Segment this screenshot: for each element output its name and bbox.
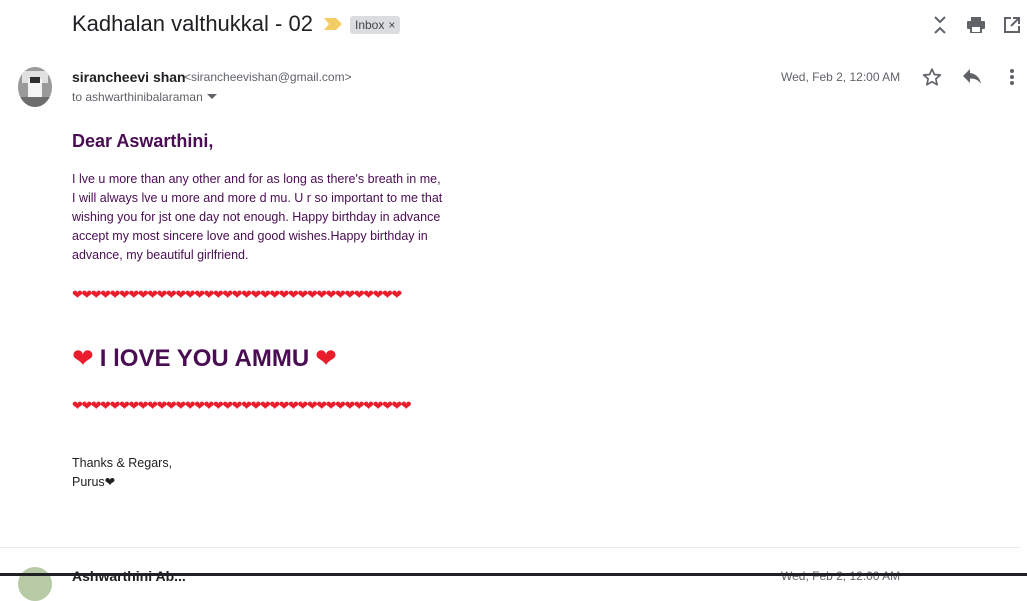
hearts-row-bottom: ❤❤❤❤❤❤❤❤❤❤❤❤❤❤❤❤❤❤❤❤❤❤❤❤❤❤❤❤❤❤❤❤❤❤❤❤ bbox=[72, 398, 412, 413]
heart-left: ❤ bbox=[72, 343, 94, 373]
message-divider bbox=[0, 547, 1020, 548]
avatar[interactable] bbox=[18, 67, 52, 107]
open-new-window-icon[interactable] bbox=[1002, 15, 1022, 35]
importance-marker-icon[interactable] bbox=[324, 18, 342, 30]
sender-name[interactable]: sirancheevi shan bbox=[72, 69, 186, 85]
reply-icon[interactable] bbox=[961, 66, 983, 88]
email-subject: Kadhalan valthukkal - 02 bbox=[72, 11, 313, 36]
recipient-text: to ashwarthinibalaraman bbox=[72, 90, 203, 104]
print-icon[interactable] bbox=[966, 15, 986, 35]
collapse-all-icon[interactable] bbox=[930, 15, 950, 35]
recipient-line[interactable]: to ashwarthinibalaraman bbox=[72, 90, 217, 104]
sender-email: <sirancheevishan@gmail.com> bbox=[184, 70, 352, 84]
next-message-date: Wed, Feb 2, 12:00 AM bbox=[781, 569, 901, 583]
message-body: Dear Aswarthini, I lve u more than any o… bbox=[72, 131, 444, 265]
signoff: Thanks & Regars, Purus❤ bbox=[72, 454, 172, 492]
love-heading: ❤ I lOVE YOU AMMU ❤ bbox=[72, 343, 337, 374]
message-paragraph: I lve u more than any other and for as l… bbox=[72, 172, 443, 262]
remove-label-icon[interactable]: × bbox=[388, 18, 395, 32]
love-text: I lOVE YOU AMMU bbox=[99, 344, 310, 372]
greeting: Dear Aswarthini, bbox=[72, 131, 214, 151]
label-text: Inbox bbox=[355, 18, 385, 32]
heart-right: ❤ bbox=[315, 343, 337, 373]
hearts-row-top: ❤❤❤❤❤❤❤❤❤❤❤❤❤❤❤❤❤❤❤❤❤❤❤❤❤❤❤❤❤❤❤❤❤❤❤ bbox=[72, 287, 402, 302]
signoff-line-2: Purus❤ bbox=[72, 475, 116, 489]
star-icon[interactable] bbox=[921, 66, 943, 88]
message-date: Wed, Feb 2, 12:00 AM bbox=[781, 70, 901, 84]
signoff-line-1: Thanks & Regars, bbox=[72, 456, 173, 470]
next-message-sender[interactable]: Ashwarthini Ab... bbox=[72, 568, 186, 584]
dropdown-arrow-icon[interactable] bbox=[206, 94, 217, 100]
more-vert-icon[interactable] bbox=[1001, 66, 1023, 88]
inbox-label-chip: Inbox × bbox=[350, 16, 401, 34]
